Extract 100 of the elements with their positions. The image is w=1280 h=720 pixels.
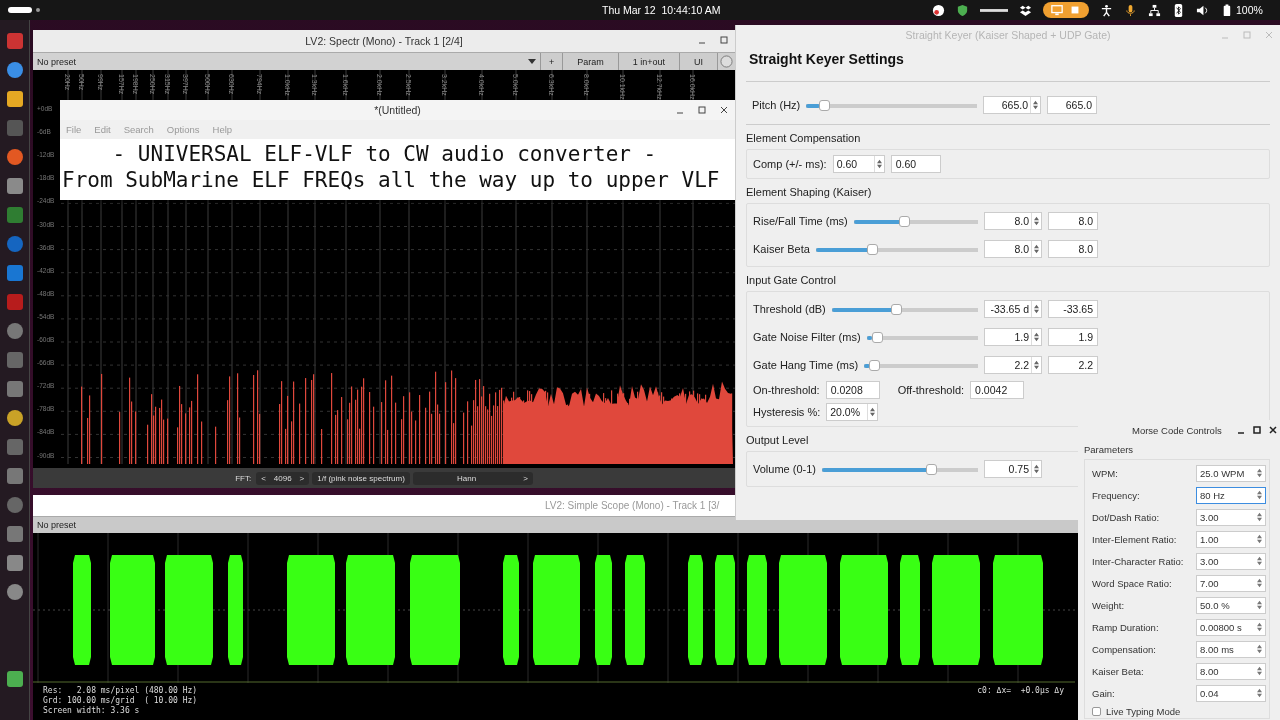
value-field[interactable]: 0.0042 [970,381,1025,399]
slider-thumb[interactable] [891,303,903,315]
status-icon[interactable] [932,3,945,17]
close-icon[interactable] [719,105,729,115]
value-field[interactable]: 8.0 [1048,240,1098,258]
spin-arrows-icon[interactable] [1257,468,1262,478]
app-icon[interactable] [5,177,24,195]
slider-thumb[interactable] [867,243,879,255]
app-icon[interactable] [5,670,24,688]
slider-thumb[interactable] [869,359,881,371]
value-field[interactable]: 8.0 [1048,212,1098,230]
app-icon[interactable] [5,554,24,572]
accessibility-icon[interactable] [1100,3,1113,17]
spin-arrows-icon[interactable] [1257,688,1262,698]
spin-arrows-icon[interactable] [1034,332,1039,342]
spin-arrows-icon[interactable] [1257,622,1262,632]
close-icon[interactable] [1267,425,1278,435]
spin-arrows-icon[interactable] [1257,600,1262,610]
spin-box[interactable]: 8.00 [1196,662,1266,680]
group-heading: Element Compensation [746,132,862,144]
box-icon[interactable] [1019,3,1032,17]
spin-box[interactable]: -33.65 d [984,300,1042,318]
spin-box[interactable]: 1.00 [1196,530,1266,548]
spin-arrows-icon[interactable] [1257,644,1262,654]
app-icon[interactable] [5,148,24,166]
shield-icon[interactable] [956,3,969,17]
spin-arrows-icon[interactable] [870,407,876,417]
maximize-icon[interactable] [1251,425,1262,435]
spin-box[interactable]: 8.0 [984,212,1042,230]
activities-indicator[interactable] [8,7,32,13]
spin-arrows-icon[interactable] [1034,464,1039,474]
spin-box[interactable]: 80 Hz [1196,486,1266,504]
spin-box[interactable]: 50.0 % [1196,596,1266,614]
parameter-label: Compensation: [1092,643,1156,655]
setting-label: Gate Hang Time (ms) [753,359,859,371]
spin-arrows-icon[interactable] [1257,578,1262,588]
app-icon[interactable] [5,61,24,79]
parameter-label: Word Space Ratio: [1092,577,1172,589]
slider-thumb[interactable] [899,215,911,227]
spin-arrows-icon[interactable] [876,159,882,169]
spin-box[interactable]: 0.04 [1196,684,1266,702]
app-icon[interactable] [5,380,24,398]
spin-box[interactable]: 8.0 [984,240,1042,258]
microphone-icon[interactable] [1124,3,1137,17]
fft-size-selector[interactable]: < 4096 > [256,471,310,485]
app-icon[interactable] [5,467,24,485]
spin-box[interactable]: 0.60 [832,155,885,173]
spin-arrows-icon[interactable] [1034,304,1039,314]
spin-box[interactable]: 25.0 WPM [1196,464,1266,482]
app-icon[interactable] [5,583,24,601]
slider-thumb[interactable] [819,99,831,111]
preset-dropdown[interactable]: No preset [33,516,1078,533]
value-field[interactable]: 2.2 [1048,356,1098,374]
network-icon[interactable] [1148,3,1161,17]
spin-arrows-icon[interactable] [1033,100,1038,110]
value-field[interactable]: -33.65 [1048,300,1098,318]
bar-icon[interactable] [980,7,1008,13]
spin-arrows-icon[interactable] [1257,512,1262,522]
spin-box[interactable]: 665.0 [983,96,1041,114]
app-icon[interactable] [5,32,24,50]
spin-box[interactable]: 0.00800 s [1196,618,1266,636]
value-field[interactable]: 0.60 [890,155,941,173]
spin-box[interactable]: 3.00 [1196,508,1266,526]
spin-arrows-icon[interactable] [1257,534,1262,544]
app-icon[interactable] [5,322,24,340]
spin-box[interactable]: 20.0% [826,403,879,421]
spin-arrows-icon[interactable] [1034,216,1039,226]
spin-arrows-icon[interactable] [1257,490,1262,500]
spin-box[interactable]: 1.9 [984,328,1042,346]
spin-arrows-icon[interactable] [1257,666,1262,676]
window-function-selector[interactable]: Hann > [412,471,533,485]
checkbox[interactable] [1092,706,1101,716]
spin-arrows-icon[interactable] [1034,360,1039,370]
slider-thumb[interactable] [871,331,883,343]
slider-thumb[interactable] [926,463,938,475]
value-field[interactable]: 1.9 [1048,328,1098,346]
parameter-label: Kaiser Beta: [1092,665,1144,677]
app-icon[interactable] [5,525,24,543]
spin-box[interactable]: 0.75 [984,460,1042,478]
setting-label: Comp (+/- ms): [753,158,827,170]
spin-box[interactable]: 7.00 [1196,574,1266,592]
battery-percentage[interactable]: 100% [1236,4,1263,16]
bluetooth-icon[interactable] [1172,3,1185,17]
spin-arrows-icon[interactable] [1257,556,1262,566]
app-icon[interactable] [5,90,24,108]
weighting-selector[interactable]: 1/f (pink noise spectrum) [312,471,410,485]
screen-share-indicator[interactable] [1043,2,1089,18]
spin-box[interactable]: 8.00 ms [1196,640,1266,658]
app-icon[interactable] [5,409,24,427]
parameter-label: Gain: [1092,687,1115,699]
spin-box[interactable]: 3.00 [1196,552,1266,570]
clock[interactable]: Thu Mar 12 10:44:10 AM [602,4,721,16]
value-field[interactable]: 0.0208 [825,381,880,399]
spin-arrows-icon[interactable] [1034,244,1039,254]
app-icon[interactable] [5,264,24,282]
value-field[interactable]: 665.0 [1047,96,1097,114]
app-icon[interactable] [5,206,24,224]
text-area[interactable]: - UNIVERSAL ELF-VLF to CW audio converter - From SubMarine ELF FREQs all the way up to upper VLF [60,139,735,195]
spin-box[interactable]: 2.2 [984,356,1042,374]
setting-label: Kaiser Beta [753,243,810,255]
